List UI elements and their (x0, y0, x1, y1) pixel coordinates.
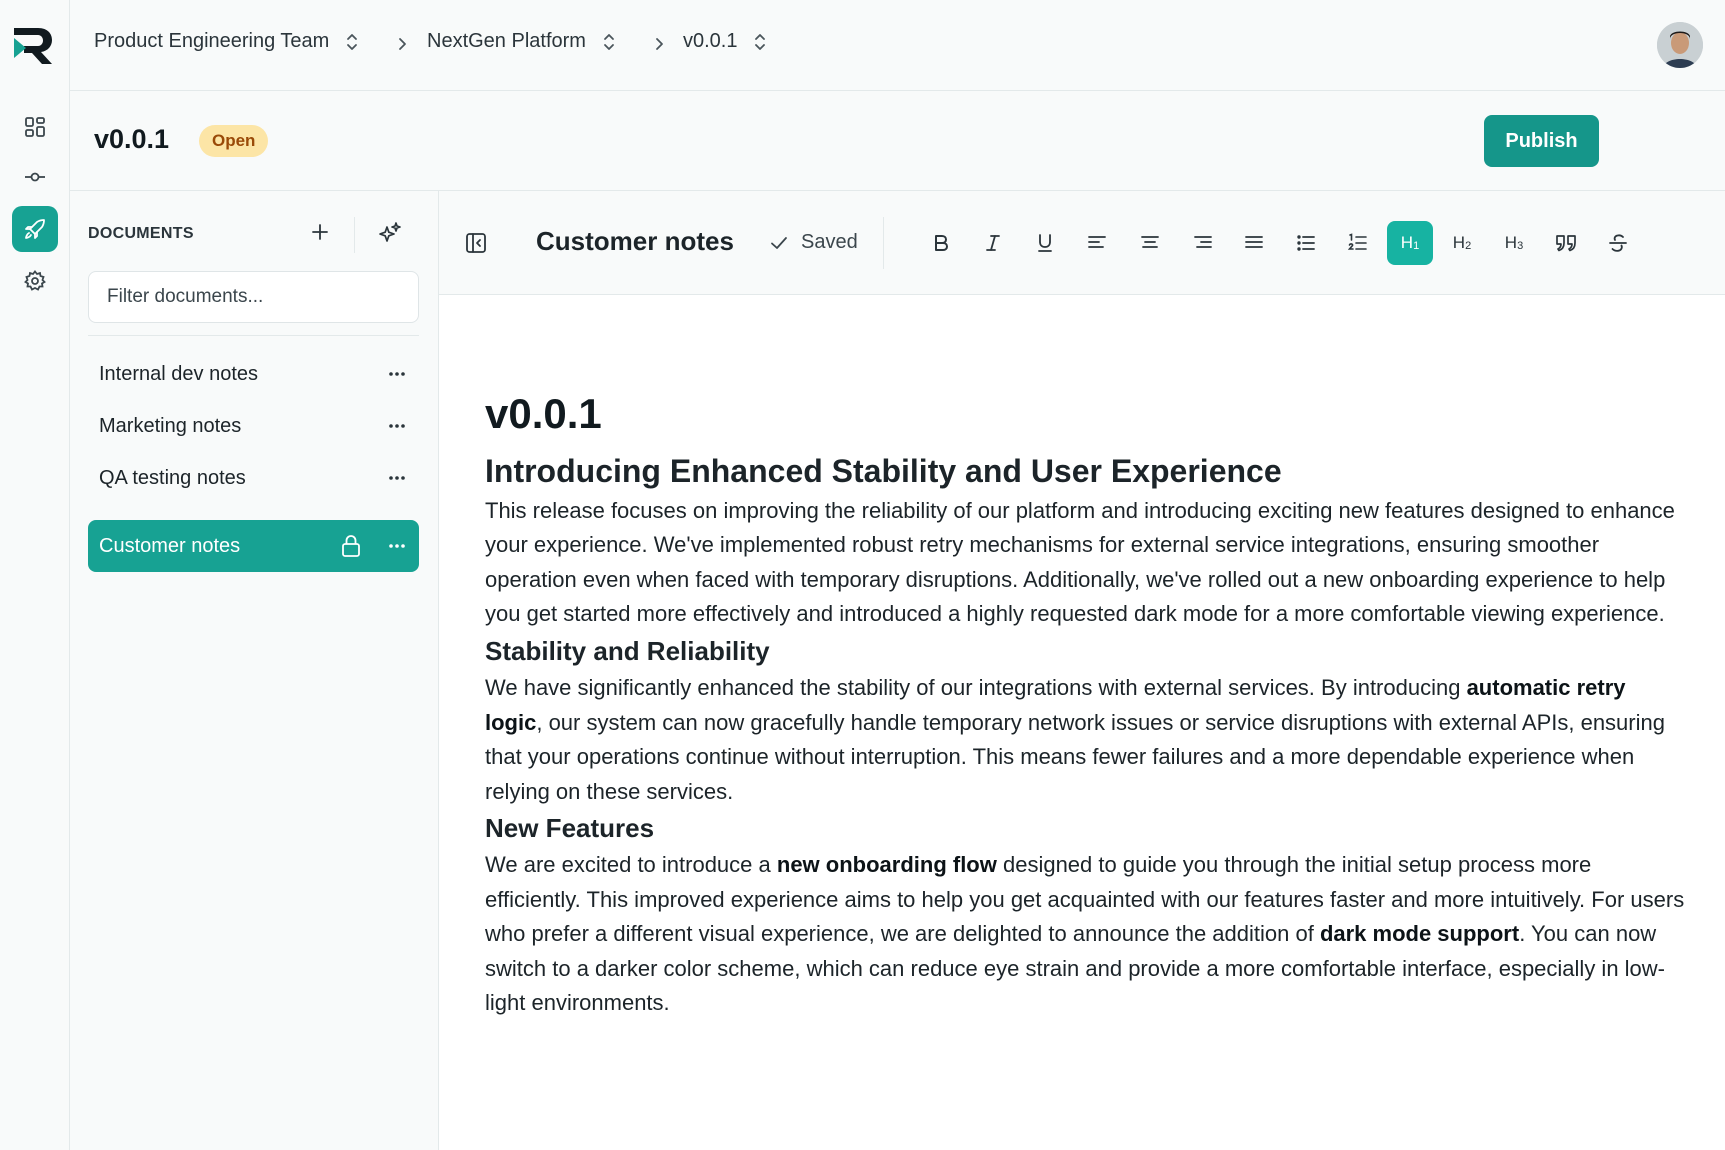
heading-1-button[interactable]: H1 (1387, 221, 1433, 265)
document-item-label: QA testing notes (99, 466, 246, 489)
rocket-icon[interactable] (12, 206, 58, 252)
heading-3-button[interactable]: H3 (1491, 221, 1537, 265)
top-bar: Product Engineering Team NextGen Platfor… (70, 0, 1725, 91)
lock-icon[interactable] (339, 533, 363, 559)
saved-label: Saved (801, 231, 858, 253)
text-run: We are excited to introduce a (485, 852, 777, 878)
bold-text: dark mode support (1319, 921, 1520, 947)
bold-text: new onboarding flow (776, 852, 997, 878)
more-options-icon[interactable] (387, 472, 407, 484)
status-badge: Open (199, 125, 269, 157)
breadcrumb-project-label: NextGen Platform (427, 30, 586, 52)
content-heading-1: v0.0.1 (485, 390, 602, 437)
document-item-label: Customer notes (99, 534, 241, 557)
bold-icon[interactable] (918, 221, 964, 265)
release-header: v0.0.1 Open Publish (70, 91, 1725, 191)
stability-paragraph: We have significantly enhanced the stabi… (485, 671, 1685, 809)
divider (88, 335, 419, 336)
user-avatar[interactable] (1657, 22, 1703, 68)
numbered-list-icon[interactable] (1335, 221, 1381, 265)
commit-icon[interactable] (12, 154, 58, 200)
filter-documents-input[interactable] (88, 271, 419, 323)
more-options-icon[interactable] (387, 540, 407, 552)
left-rail (0, 0, 70, 1150)
heading-2-button[interactable]: H2 (1439, 221, 1485, 265)
divider (883, 217, 884, 269)
chevron-up-down-icon (753, 32, 767, 52)
more-options-icon[interactable] (387, 420, 407, 432)
intro-paragraph: This release focuses on improving the re… (485, 497, 1675, 627)
align-left-icon[interactable] (1074, 221, 1120, 265)
breadcrumb-team-label: Product Engineering Team (94, 30, 330, 52)
saved-status: Saved (769, 231, 858, 254)
editor-toolbar: Customer notes Saved H 1 H 2 H 3 (439, 191, 1725, 295)
sparkles-icon[interactable] (378, 221, 402, 245)
heading-2-label: H (1452, 233, 1466, 252)
document-item-qa-testing-notes[interactable]: QA testing notes (88, 452, 419, 504)
align-justify-icon[interactable] (1231, 221, 1277, 265)
chevron-up-down-icon (602, 32, 616, 52)
heading-3-label: H (1504, 233, 1518, 252)
chevron-up-down-icon (345, 32, 359, 52)
document-title[interactable]: Customer notes (536, 226, 734, 257)
heading-1-sub: 1 (1413, 240, 1420, 252)
plus-icon[interactable] (310, 222, 330, 242)
align-center-icon[interactable] (1127, 221, 1173, 265)
breadcrumb-version-label: v0.0.1 (683, 30, 738, 52)
document-item-label: Marketing notes (99, 414, 242, 437)
document-content[interactable]: v0.0.1 Introducing Enhanced Stability an… (485, 390, 1685, 1021)
breadcrumb-team[interactable]: Product Engineering Team (94, 30, 359, 53)
documents-sidebar: DOCUMENTS Internal dev notes Marketing n… (70, 191, 439, 1150)
text-run: , our system can now gracefully handle t… (485, 709, 1665, 804)
breadcrumb-version[interactable]: v0.0.1 (683, 30, 767, 53)
divider (354, 217, 355, 253)
document-editor: Customer notes Saved H 1 H 2 H 3 v0.0.1 … (439, 191, 1725, 1150)
align-right-icon[interactable] (1180, 221, 1226, 265)
heading-1-label: H (1400, 233, 1414, 252)
documents-heading: DOCUMENTS (88, 225, 194, 242)
underline-icon[interactable] (1022, 221, 1068, 265)
quote-icon[interactable] (1543, 221, 1589, 265)
document-item-marketing-notes[interactable]: Marketing notes (88, 400, 419, 452)
heading-3-sub: 3 (1517, 240, 1524, 252)
publish-button[interactable]: Publish (1484, 115, 1599, 167)
document-item-label: Internal dev notes (99, 362, 258, 385)
section-heading-stability: Stability and Reliability (485, 635, 770, 666)
new-features-paragraph: We are excited to introduce a new onboar… (485, 848, 1685, 1021)
settings-gear-icon[interactable] (12, 258, 58, 304)
document-item-internal-dev-notes[interactable]: Internal dev notes (88, 348, 419, 400)
breadcrumb-project[interactable]: NextGen Platform (427, 30, 616, 53)
app-logo[interactable] (12, 24, 56, 68)
check-icon (771, 236, 787, 249)
text-run: We have significantly enhanced the stabi… (485, 675, 1467, 701)
chevron-right-icon (396, 36, 408, 52)
heading-2-sub: 2 (1465, 240, 1472, 252)
content-heading-2: Introducing Enhanced Stability and User … (485, 453, 1282, 490)
dashboard-icon[interactable] (12, 104, 58, 150)
page-title: v0.0.1 (94, 124, 170, 154)
collapse-sidebar-icon[interactable] (465, 232, 487, 254)
section-heading-new-features: New Features (485, 813, 655, 844)
document-item-customer-notes[interactable]: Customer notes (88, 520, 419, 572)
strikethrough-icon[interactable] (1595, 221, 1641, 265)
bullet-list-icon[interactable] (1283, 221, 1329, 265)
more-options-icon[interactable] (387, 368, 407, 380)
chevron-right-icon (653, 36, 665, 52)
italic-icon[interactable] (970, 221, 1016, 265)
